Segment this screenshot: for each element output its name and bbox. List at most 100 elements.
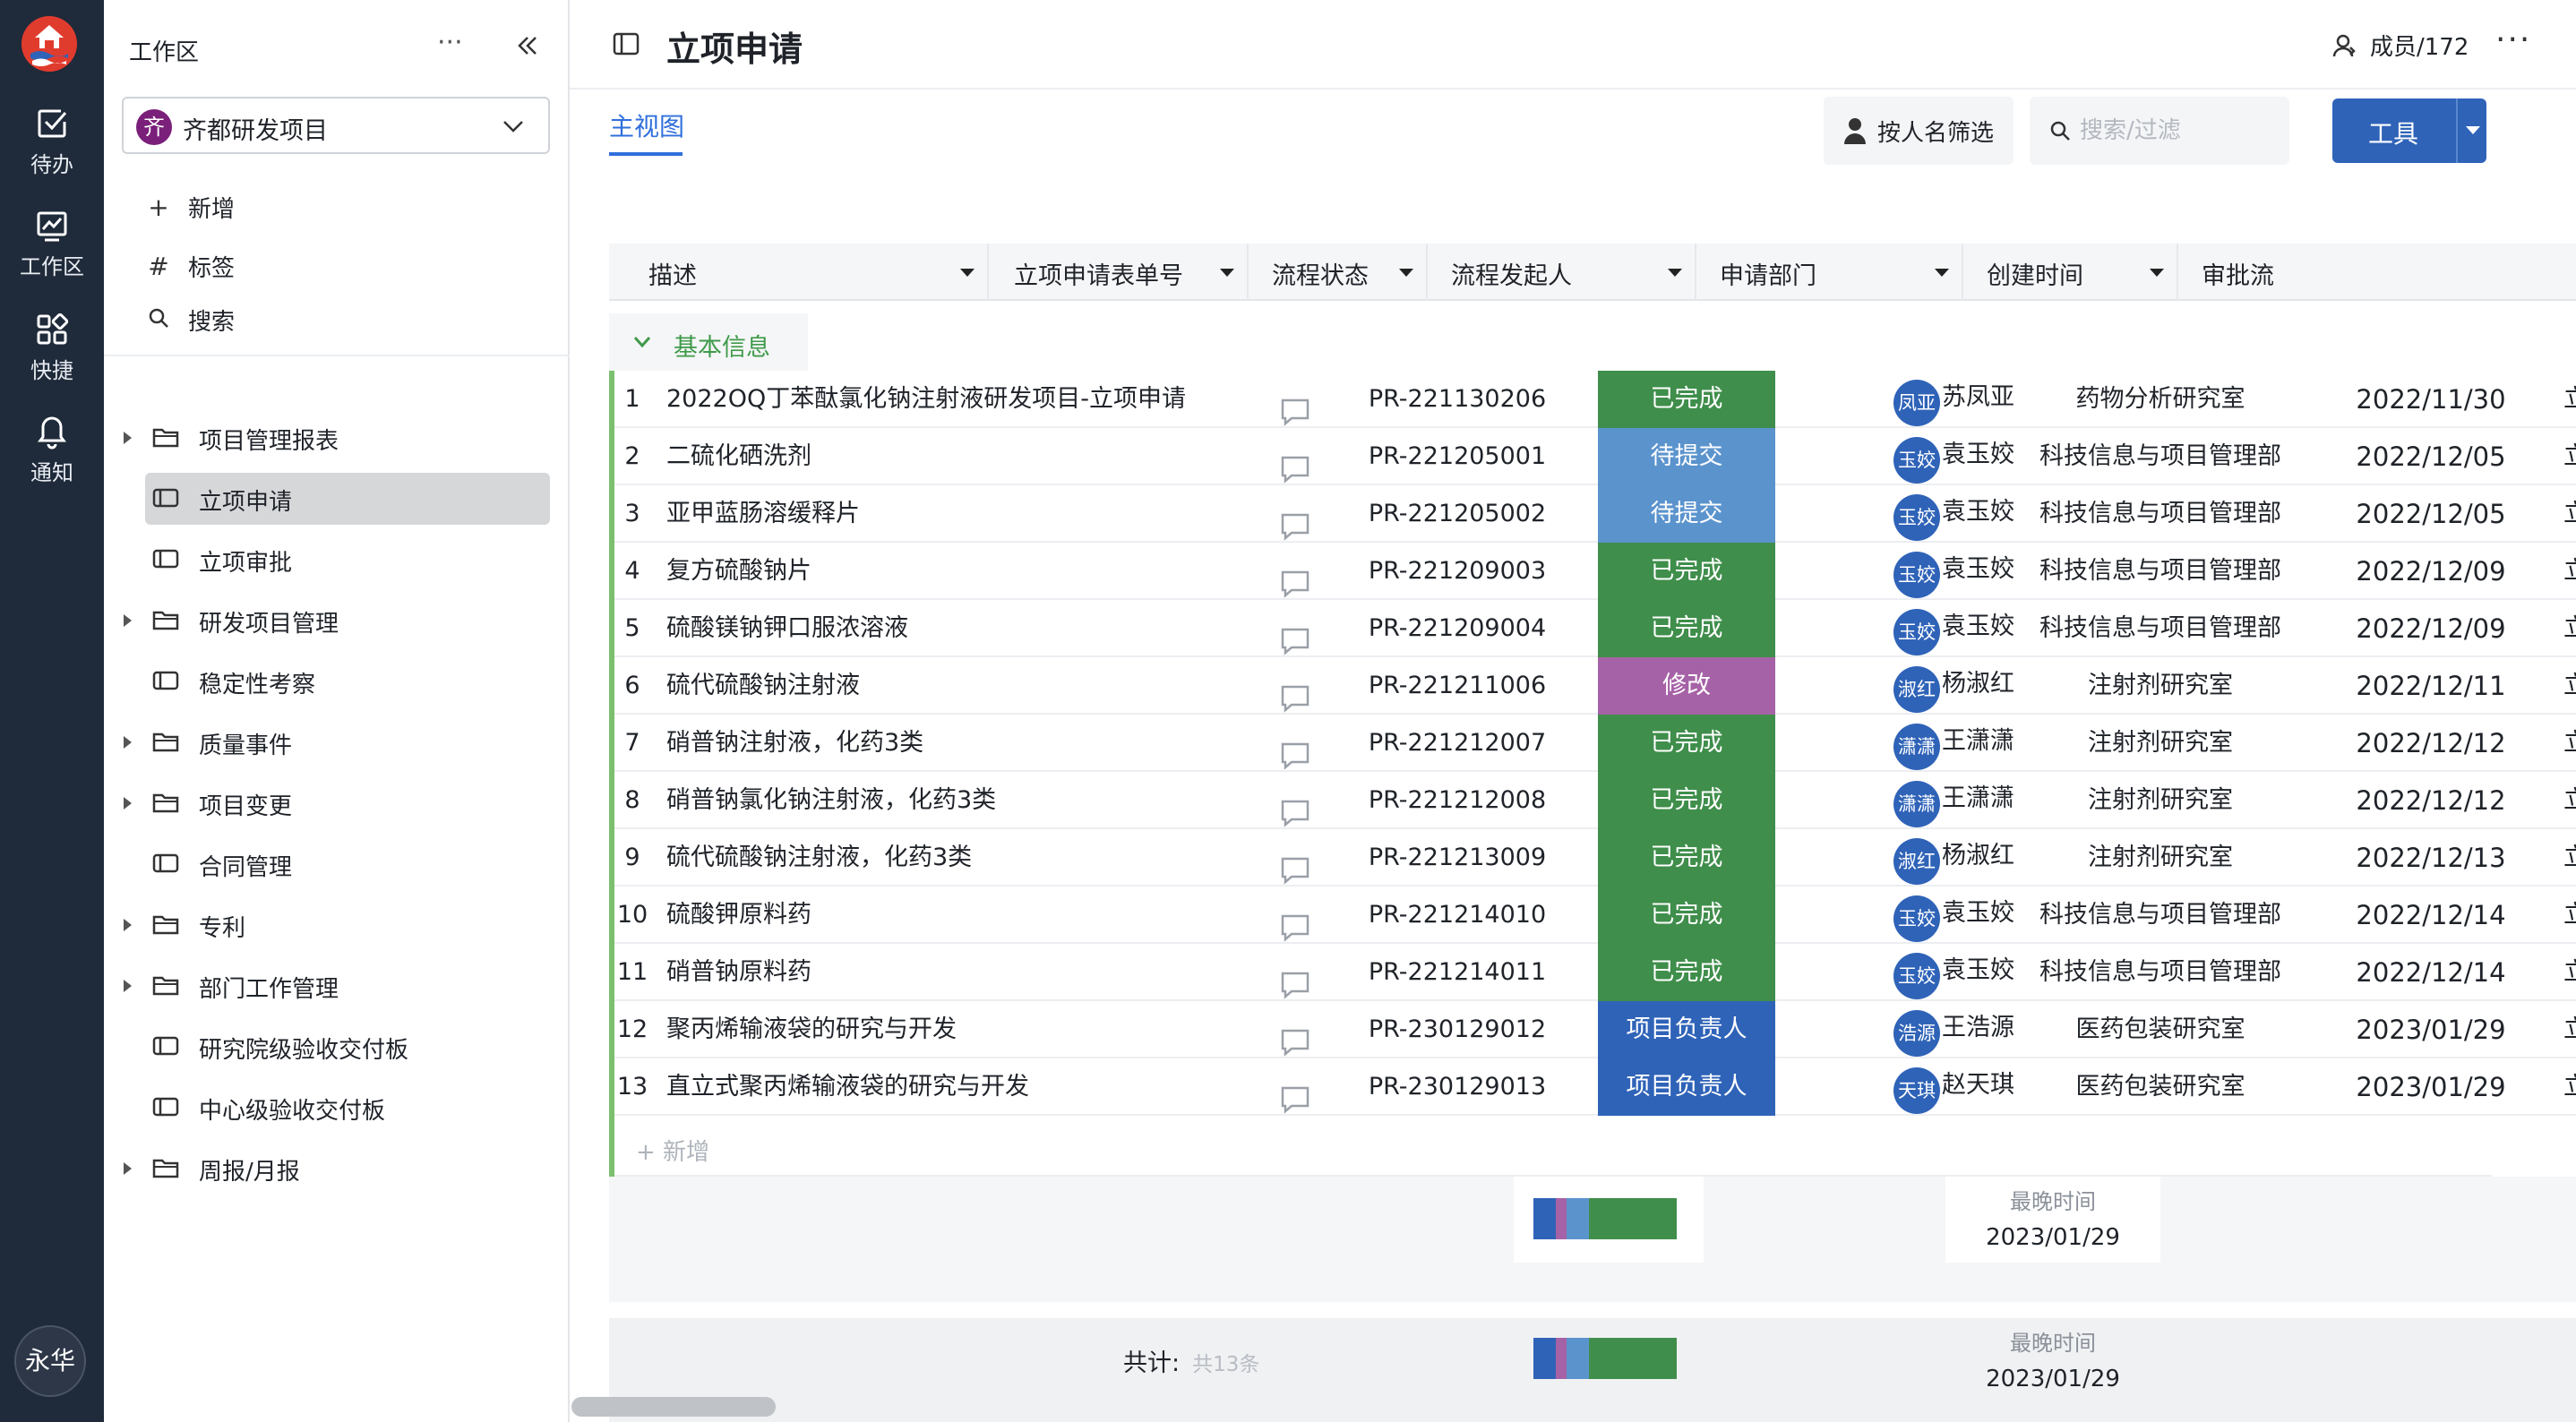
cell-description[interactable]: 硝普钠注射液，化药3类 [666, 715, 1213, 772]
cell-department[interactable]: 注射剂研究室 [2031, 829, 2289, 887]
cell-form-number[interactable]: PR-230129013 [1331, 1058, 1584, 1116]
cell-created-time[interactable]: 2022/12/12 [2309, 772, 2553, 829]
cell-form-number[interactable]: PR-221209004 [1331, 600, 1584, 657]
sidebar-item-8[interactable]: 合同管理 [104, 835, 570, 892]
column-menu-icon[interactable] [1220, 269, 1234, 277]
cell-description[interactable]: 硝普钠氯化钠注射液，化药3类 [666, 772, 1213, 829]
cell-description[interactable]: 硫代硫酸钠注射液 [666, 657, 1213, 715]
cell-form-number[interactable]: PR-221214010 [1331, 887, 1584, 944]
cell-form-number[interactable]: PR-221213009 [1331, 829, 1584, 887]
cell-department[interactable]: 药物分析研究室 [2031, 371, 2289, 428]
cell-form-number[interactable]: PR-221205001 [1331, 428, 1584, 485]
cell-form-number[interactable]: PR-230129012 [1331, 1001, 1584, 1058]
column-header-status[interactable]: 流程状态 [1249, 244, 1428, 301]
collapse-sidebar-button[interactable] [516, 34, 539, 57]
cell-created-time[interactable]: 2022/12/09 [2309, 600, 2553, 657]
cell-initiator[interactable]: 王潇潇 [1942, 715, 2014, 772]
cell-initiator[interactable]: 袁玉姣 [1942, 428, 2014, 485]
expand-arrow-icon[interactable] [124, 797, 132, 810]
cell-form-number[interactable]: PR-221214011 [1331, 944, 1584, 1001]
rail-shortcut[interactable]: 快捷 [0, 312, 104, 398]
sidebar-item-6[interactable]: 质量事件 [104, 713, 570, 770]
cell-department[interactable]: 医药包装研究室 [2031, 1001, 2289, 1058]
table-row[interactable]: 1 2022OQ丁苯酞氯化钠注射液研发项目-立项申请 PR-221130206 已完成… [614, 371, 2576, 428]
cell-created-time[interactable]: 2022/12/14 [2309, 944, 2553, 1001]
cell-status[interactable]: 已完成 [1598, 887, 1775, 944]
expand-arrow-icon[interactable] [124, 1162, 132, 1175]
cell-status[interactable]: 待提交 [1598, 428, 1775, 485]
user-avatar[interactable]: 永华 [14, 1325, 86, 1397]
cell-created-time[interactable]: 2022/12/13 [2309, 829, 2553, 887]
cell-description[interactable]: 直立式聚丙烯输液袋的研究与开发 [666, 1058, 1213, 1116]
sidebar-item-1[interactable]: 项目管理报表 [104, 408, 570, 466]
sidebar-item-10[interactable]: 部门工作管理 [104, 956, 570, 1014]
sidebar-search[interactable]: 搜索 [143, 297, 235, 342]
cell-initiator[interactable]: 袁玉姣 [1942, 485, 2014, 543]
cell-status[interactable]: 已完成 [1598, 543, 1775, 600]
cell-initiator[interactable]: 袁玉姣 [1942, 600, 2014, 657]
cell-created-time[interactable]: 2022/12/14 [2309, 887, 2553, 944]
cell-description[interactable]: 二硫化硒洗剂 [666, 428, 1213, 485]
filter-by-person-button[interactable]: 按人名筛选 [1824, 97, 2014, 165]
cell-description[interactable]: 硝普钠原料药 [666, 944, 1213, 1001]
more-options-button[interactable]: ··· [2495, 21, 2531, 58]
column-menu-icon[interactable] [1668, 269, 1682, 277]
expand-arrow-icon[interactable] [124, 736, 132, 749]
cell-initiator[interactable]: 袁玉姣 [1942, 543, 2014, 600]
cell-approval-flow[interactable]: 立项申 [2563, 657, 2576, 715]
toggle-panel-icon[interactable] [613, 32, 640, 56]
cell-initiator[interactable]: 王潇潇 [1942, 772, 2014, 829]
cell-status[interactable]: 已完成 [1598, 829, 1775, 887]
sidebar-tags[interactable]: # 标签 [143, 244, 235, 288]
cell-approval-flow[interactable]: 立项申 [2563, 371, 2576, 428]
cell-initiator[interactable]: 袁玉姣 [1942, 944, 2014, 1001]
cell-initiator[interactable]: 袁玉姣 [1942, 887, 2014, 944]
column-header-department[interactable]: 申请部门 [1696, 244, 1963, 301]
cell-description[interactable]: 2022OQ丁苯酞氯化钠注射液研发项目-立项申请 [666, 371, 1213, 428]
cell-department[interactable]: 注射剂研究室 [2031, 715, 2289, 772]
table-row[interactable]: 12 聚丙烯输液袋的研究与开发 PR-230129012 项目负责人 浩源 王浩源 医药包装… [614, 1001, 2576, 1058]
table-row[interactable]: 4 复方硫酸钠片 PR-221209003 已完成 玉姣 袁玉姣 科技信息与项目管理部 202… [614, 543, 2576, 600]
cell-department[interactable]: 科技信息与项目管理部 [2031, 944, 2289, 1001]
table-row[interactable]: 6 硫代硫酸钠注射液 PR-221211006 修改 淑红 杨淑红 注射剂研究室 2022/1… [614, 657, 2576, 715]
cell-form-number[interactable]: PR-221130206 [1331, 371, 1584, 428]
cell-department[interactable]: 注射剂研究室 [2031, 657, 2289, 715]
column-header-description[interactable]: 描述 [609, 244, 989, 301]
sidebar-item-11[interactable]: 研究院级验收交付板 [104, 1017, 570, 1075]
cell-approval-flow[interactable]: 立项申 [2563, 543, 2576, 600]
group-header[interactable]: 基本信息 [609, 313, 808, 371]
tools-button[interactable]: 工具 [2332, 99, 2486, 163]
sidebar-item-12[interactable]: 中心级验收交付板 [104, 1078, 570, 1135]
cell-description[interactable]: 硫酸钾原料药 [666, 887, 1213, 944]
rail-notify[interactable]: 通知 [0, 414, 104, 500]
expand-arrow-icon[interactable] [124, 980, 132, 992]
cell-approval-flow[interactable]: 立项申 [2563, 944, 2576, 1001]
tab-main-view[interactable]: 主视图 [609, 107, 684, 156]
cell-description[interactable]: 硫代硫酸钠注射液，化药3类 [666, 829, 1213, 887]
app-logo[interactable] [21, 16, 77, 72]
cell-created-time[interactable]: 2023/01/29 [2309, 1058, 2553, 1116]
cell-created-time[interactable]: 2022/11/30 [2309, 371, 2553, 428]
cell-approval-flow[interactable]: 立项申 [2563, 428, 2576, 485]
cell-approval-flow[interactable]: 立项申 [2563, 772, 2576, 829]
cell-status[interactable]: 修改 [1598, 657, 1775, 715]
rail-workspace[interactable]: 工作区 [0, 208, 104, 294]
cell-form-number[interactable]: PR-221212008 [1331, 772, 1584, 829]
table-row[interactable]: 2 二硫化硒洗剂 PR-221205001 待提交 玉姣 袁玉姣 科技信息与项目管理部 202… [614, 428, 2576, 485]
table-row[interactable]: 13 直立式聚丙烯输液袋的研究与开发 PR-230129013 项目负责人 天琪 赵天琪医… [614, 1058, 2576, 1116]
cell-form-number[interactable]: PR-221212007 [1331, 715, 1584, 772]
horizontal-scrollbar[interactable] [571, 1397, 776, 1417]
sidebar-item-9[interactable]: 专利 [104, 895, 570, 953]
cell-department[interactable]: 注射剂研究室 [2031, 772, 2289, 829]
sidebar-item-4[interactable]: 研发项目管理 [104, 591, 570, 648]
cell-approval-flow[interactable]: 立项申 [2563, 1058, 2576, 1116]
rail-todo[interactable]: 待办 [0, 106, 104, 192]
table-row[interactable]: 3 亚甲蓝肠溶缓释片 PR-221205002 待提交 玉姣 袁玉姣 科技信息与项目管理部 2… [614, 485, 2576, 543]
cell-initiator[interactable]: 杨淑红 [1942, 657, 2014, 715]
cell-description[interactable]: 复方硫酸钠片 [666, 543, 1213, 600]
table-row[interactable]: 7 硝普钠注射液，化药3类 PR-221212007 已完成 潇潇 王潇潇 注射剂研究室 20… [614, 715, 2576, 772]
cell-approval-flow[interactable]: 立项申 [2563, 600, 2576, 657]
cell-department[interactable]: 科技信息与项目管理部 [2031, 485, 2289, 543]
cell-form-number[interactable]: PR-221209003 [1331, 543, 1584, 600]
cell-status[interactable]: 已完成 [1598, 600, 1775, 657]
